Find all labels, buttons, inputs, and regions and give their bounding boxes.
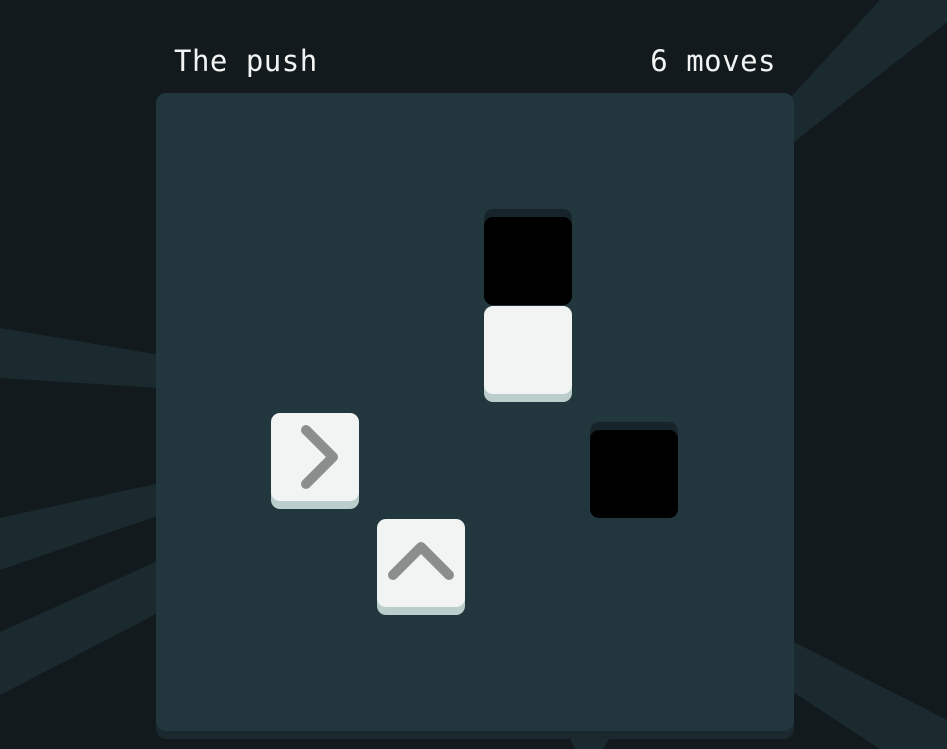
game-board[interactable] bbox=[156, 93, 794, 731]
light-ray bbox=[0, 483, 160, 570]
hole-tile bbox=[590, 430, 678, 518]
push-up-block-tile[interactable] bbox=[377, 519, 465, 607]
light-ray bbox=[0, 328, 160, 388]
move-counter: 6 moves bbox=[650, 44, 776, 78]
chevron-right-icon bbox=[301, 425, 338, 489]
plain-block-tile[interactable] bbox=[484, 306, 572, 394]
game-stage: The push 6 moves bbox=[0, 0, 947, 749]
push-right-block-tile[interactable] bbox=[271, 413, 359, 501]
light-ray bbox=[790, 0, 947, 145]
hole-tile bbox=[484, 217, 572, 305]
light-ray bbox=[0, 560, 160, 695]
chevron-up-icon bbox=[388, 542, 454, 580]
light-ray bbox=[570, 738, 610, 749]
light-ray bbox=[790, 640, 947, 749]
level-title: The push bbox=[174, 44, 318, 78]
